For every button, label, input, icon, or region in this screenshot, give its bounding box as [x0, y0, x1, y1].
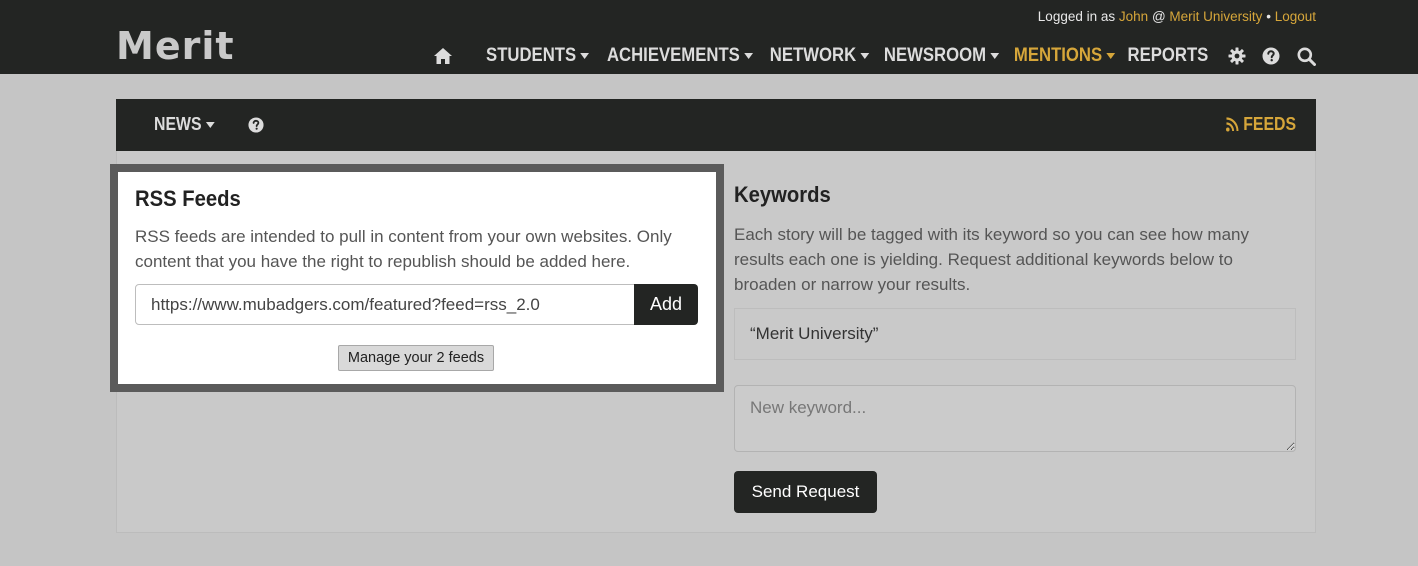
nav-network-label: NETWORK	[769, 45, 856, 66]
nav-students[interactable]: STUDENTS	[486, 45, 590, 67]
chevron-down-icon	[990, 53, 999, 59]
keywords-title: Keywords	[734, 182, 831, 207]
rss-description: RSS feeds are intended to pull in conten…	[135, 227, 672, 271]
chevron-down-icon	[743, 53, 753, 59]
chevron-down-icon	[580, 53, 590, 59]
sub-navbar: NEWS FEEDS	[116, 99, 1316, 151]
rss-url-input[interactable]	[135, 284, 635, 325]
rss-title: RSS Feeds	[135, 186, 241, 211]
user-link[interactable]: John	[1119, 9, 1148, 24]
nav-newsroom-label: NEWSROOM	[883, 45, 986, 66]
nav-newsroom[interactable]: NEWSROOM	[884, 45, 999, 67]
nav-achievements[interactable]: ACHIEVEMENTS	[607, 45, 753, 67]
new-keyword-input[interactable]	[734, 385, 1296, 452]
keyword-item: “Merit University”	[734, 308, 1296, 360]
top-navbar: Merit Logged in as John @ Merit Universi…	[0, 0, 1418, 74]
news-label: NEWS	[154, 114, 202, 134]
manage-feeds-button[interactable]: Manage your 2 feeds	[338, 345, 494, 371]
search-icon[interactable]	[1297, 47, 1316, 66]
nav-students-label: STUDENTS	[486, 45, 577, 66]
login-status: Logged in as John @ Merit University • L…	[1038, 9, 1316, 24]
login-prefix: Logged in as	[1037, 9, 1116, 24]
org-link[interactable]: Merit University	[1169, 9, 1262, 24]
nav-network[interactable]: NETWORK	[769, 45, 869, 67]
keywords-description: Each story will be tagged with its keywo…	[734, 225, 1249, 294]
help-icon[interactable]	[1262, 47, 1280, 65]
chevron-down-icon	[860, 53, 869, 59]
nav-achievements-label: ACHIEVEMENTS	[606, 45, 740, 66]
nav-mentions[interactable]: MENTIONS	[1013, 45, 1116, 67]
help-icon[interactable]	[248, 117, 264, 138]
rss-icon	[1226, 117, 1239, 132]
main-nav: STUDENTS ACHIEVEMENTS NETWORK NEWSROOM M…	[433, 42, 1316, 70]
home-icon[interactable]	[433, 47, 453, 65]
at-sign: @	[1151, 9, 1166, 24]
feeds-label: FEEDS	[1243, 114, 1296, 134]
gear-icon[interactable]	[1228, 47, 1246, 65]
nav-reports-label: REPORTS	[1127, 45, 1209, 66]
news-dropdown[interactable]: NEWS	[154, 114, 215, 135]
add-feed-button[interactable]: Add	[634, 284, 698, 325]
send-request-button[interactable]: Send Request	[734, 471, 877, 513]
logout-link[interactable]: Logout	[1275, 9, 1316, 24]
chevron-down-icon	[205, 121, 215, 128]
rss-feeds-card: RSS Feeds RSS feeds are intended to pull…	[110, 164, 724, 392]
nav-mentions-label: MENTIONS	[1013, 45, 1103, 66]
nav-reports[interactable]: REPORTS	[1128, 45, 1209, 67]
merit-logo[interactable]: Merit	[116, 24, 235, 68]
feeds-link[interactable]: FEEDS	[1226, 114, 1296, 135]
login-separator: •	[1266, 9, 1271, 24]
chevron-down-icon	[1106, 53, 1116, 59]
